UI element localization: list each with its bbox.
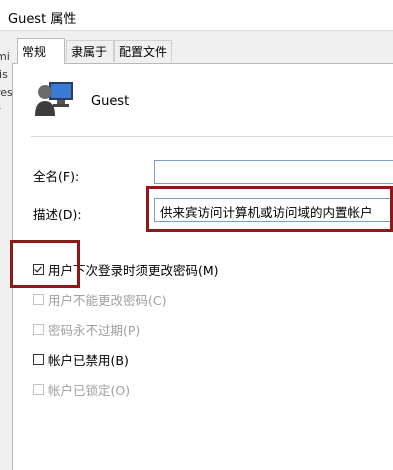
account-disabled-label: 帐户已禁用(B) — [48, 352, 129, 368]
background-text-4: r — [0, 102, 12, 120]
fullname-input[interactable] — [154, 160, 393, 184]
cannot-change-password-option[interactable]: 用户不能更改密码(C) — [33, 290, 166, 308]
account-locked-checkbox[interactable] — [33, 383, 44, 395]
tab-member-of-label: 隶属于 — [71, 45, 108, 59]
description-label: 描述(D): — [33, 207, 82, 222]
description-input[interactable]: 供来宾访问计算机或访问域的内置帐户 — [154, 198, 393, 222]
fullname-label: 全名(F): — [33, 169, 80, 184]
password-never-expires-checkbox[interactable] — [33, 323, 44, 335]
title-bar: Guest 属性 — [0, 0, 393, 31]
tab-profile-label: 配置文件 — [119, 45, 168, 59]
background-text-3: res — [0, 86, 12, 99]
background-window-text: mi lis res r — [0, 30, 12, 130]
must-change-password-label: 用户下次登录时须更改密码(M) — [48, 262, 219, 278]
must-change-password-checkbox[interactable] — [33, 263, 44, 275]
separator — [31, 136, 393, 137]
password-never-expires-label: 密码永不过期(P) — [48, 322, 141, 338]
background-text-2: lis — [0, 68, 8, 81]
account-locked-label: 帐户已锁定(O) — [48, 382, 131, 398]
cannot-change-password-checkbox[interactable] — [33, 293, 44, 305]
tab-general-label: 常规 — [22, 45, 47, 59]
general-panel: Guest 全名(F): 描述(D): 供来宾访问计算机或访问域的内置帐户 用户… — [12, 63, 393, 470]
must-change-password-option[interactable]: 用户下次登录时须更改密码(M) — [33, 260, 219, 278]
account-name: Guest — [91, 94, 130, 109]
tab-general[interactable]: 常规 — [17, 38, 65, 64]
user-account-icon — [35, 82, 73, 116]
password-never-expires-option[interactable]: 密码永不过期(P) — [33, 320, 140, 338]
account-disabled-option[interactable]: 帐户已禁用(B) — [33, 350, 129, 368]
account-disabled-checkbox[interactable] — [33, 353, 44, 365]
window-title: Guest 属性 — [8, 12, 77, 27]
cannot-change-password-label: 用户不能更改密码(C) — [48, 292, 167, 308]
background-text-1: mi — [0, 50, 10, 63]
tab-member-of[interactable]: 隶属于 — [66, 40, 114, 62]
account-locked-option[interactable]: 帐户已锁定(O) — [33, 380, 130, 398]
tab-profile[interactable]: 配置文件 — [114, 40, 172, 62]
